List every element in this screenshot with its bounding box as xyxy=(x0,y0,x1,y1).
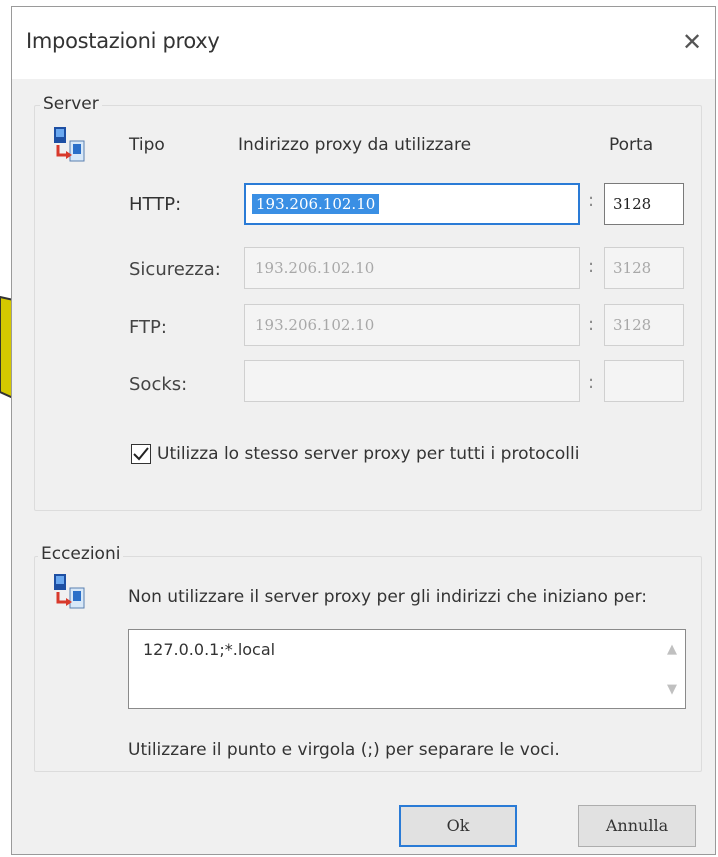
same-proxy-label[interactable]: Utilizza lo stesso server proxy per tutt… xyxy=(157,444,579,464)
same-proxy-checkbox[interactable] xyxy=(131,444,151,464)
socks-address-input[interactable] xyxy=(244,360,580,402)
checkmark-icon xyxy=(133,447,149,461)
scroll-down-icon[interactable]: ▼ xyxy=(667,682,677,697)
network-computers-icon xyxy=(54,127,85,162)
server-group-label: Server xyxy=(40,94,102,114)
exceptions-group-label: Eccezioni xyxy=(38,544,124,564)
http-address-input[interactable]: 193.206.102.10 xyxy=(244,183,580,225)
ftp-colon: : xyxy=(588,314,595,335)
network-computers-icon xyxy=(54,574,85,609)
http-colon: : xyxy=(588,190,595,211)
ftp-port-input[interactable]: 3128 xyxy=(604,304,684,346)
security-address-input[interactable]: 193.206.102.10 xyxy=(244,247,580,289)
security-colon: : xyxy=(588,256,595,277)
socks-port-input[interactable] xyxy=(604,360,684,402)
security-label: Sicurezza: xyxy=(129,259,221,280)
ftp-address-input[interactable]: 193.206.102.10 xyxy=(244,304,580,346)
exceptions-description: Non utilizzare il server proxy per gli i… xyxy=(128,587,648,607)
close-button[interactable]: ✕ xyxy=(675,25,709,59)
socks-colon: : xyxy=(588,372,595,393)
ftp-label: FTP: xyxy=(129,317,167,338)
address-column-header: Indirizzo proxy da utilizzare xyxy=(238,135,472,155)
security-port-input[interactable]: 3128 xyxy=(604,247,684,289)
proxy-settings-dialog: Impostazioni proxy ✕ Server Tipo Indiriz… xyxy=(11,6,716,855)
exceptions-textarea[interactable]: 127.0.0.1;*.local ▲ ▼ xyxy=(128,629,686,709)
type-column-header: Tipo xyxy=(129,135,165,155)
title-bar: Impostazioni proxy ✕ xyxy=(12,7,715,79)
exceptions-value: 127.0.0.1;*.local xyxy=(143,640,276,659)
exceptions-hint: Utilizzare il punto e virgola (;) per se… xyxy=(128,740,560,760)
http-label: HTTP: xyxy=(129,194,182,215)
http-port-input[interactable]: 3128 xyxy=(604,183,684,225)
scroll-up-icon[interactable]: ▲ xyxy=(667,642,677,657)
socks-label: Socks: xyxy=(129,374,188,395)
ok-button[interactable]: Ok xyxy=(399,805,517,847)
cancel-button[interactable]: Annulla xyxy=(578,805,696,847)
port-column-header: Porta xyxy=(609,135,654,155)
http-address-value: 193.206.102.10 xyxy=(252,194,380,214)
dialog-title: Impostazioni proxy xyxy=(26,29,220,53)
